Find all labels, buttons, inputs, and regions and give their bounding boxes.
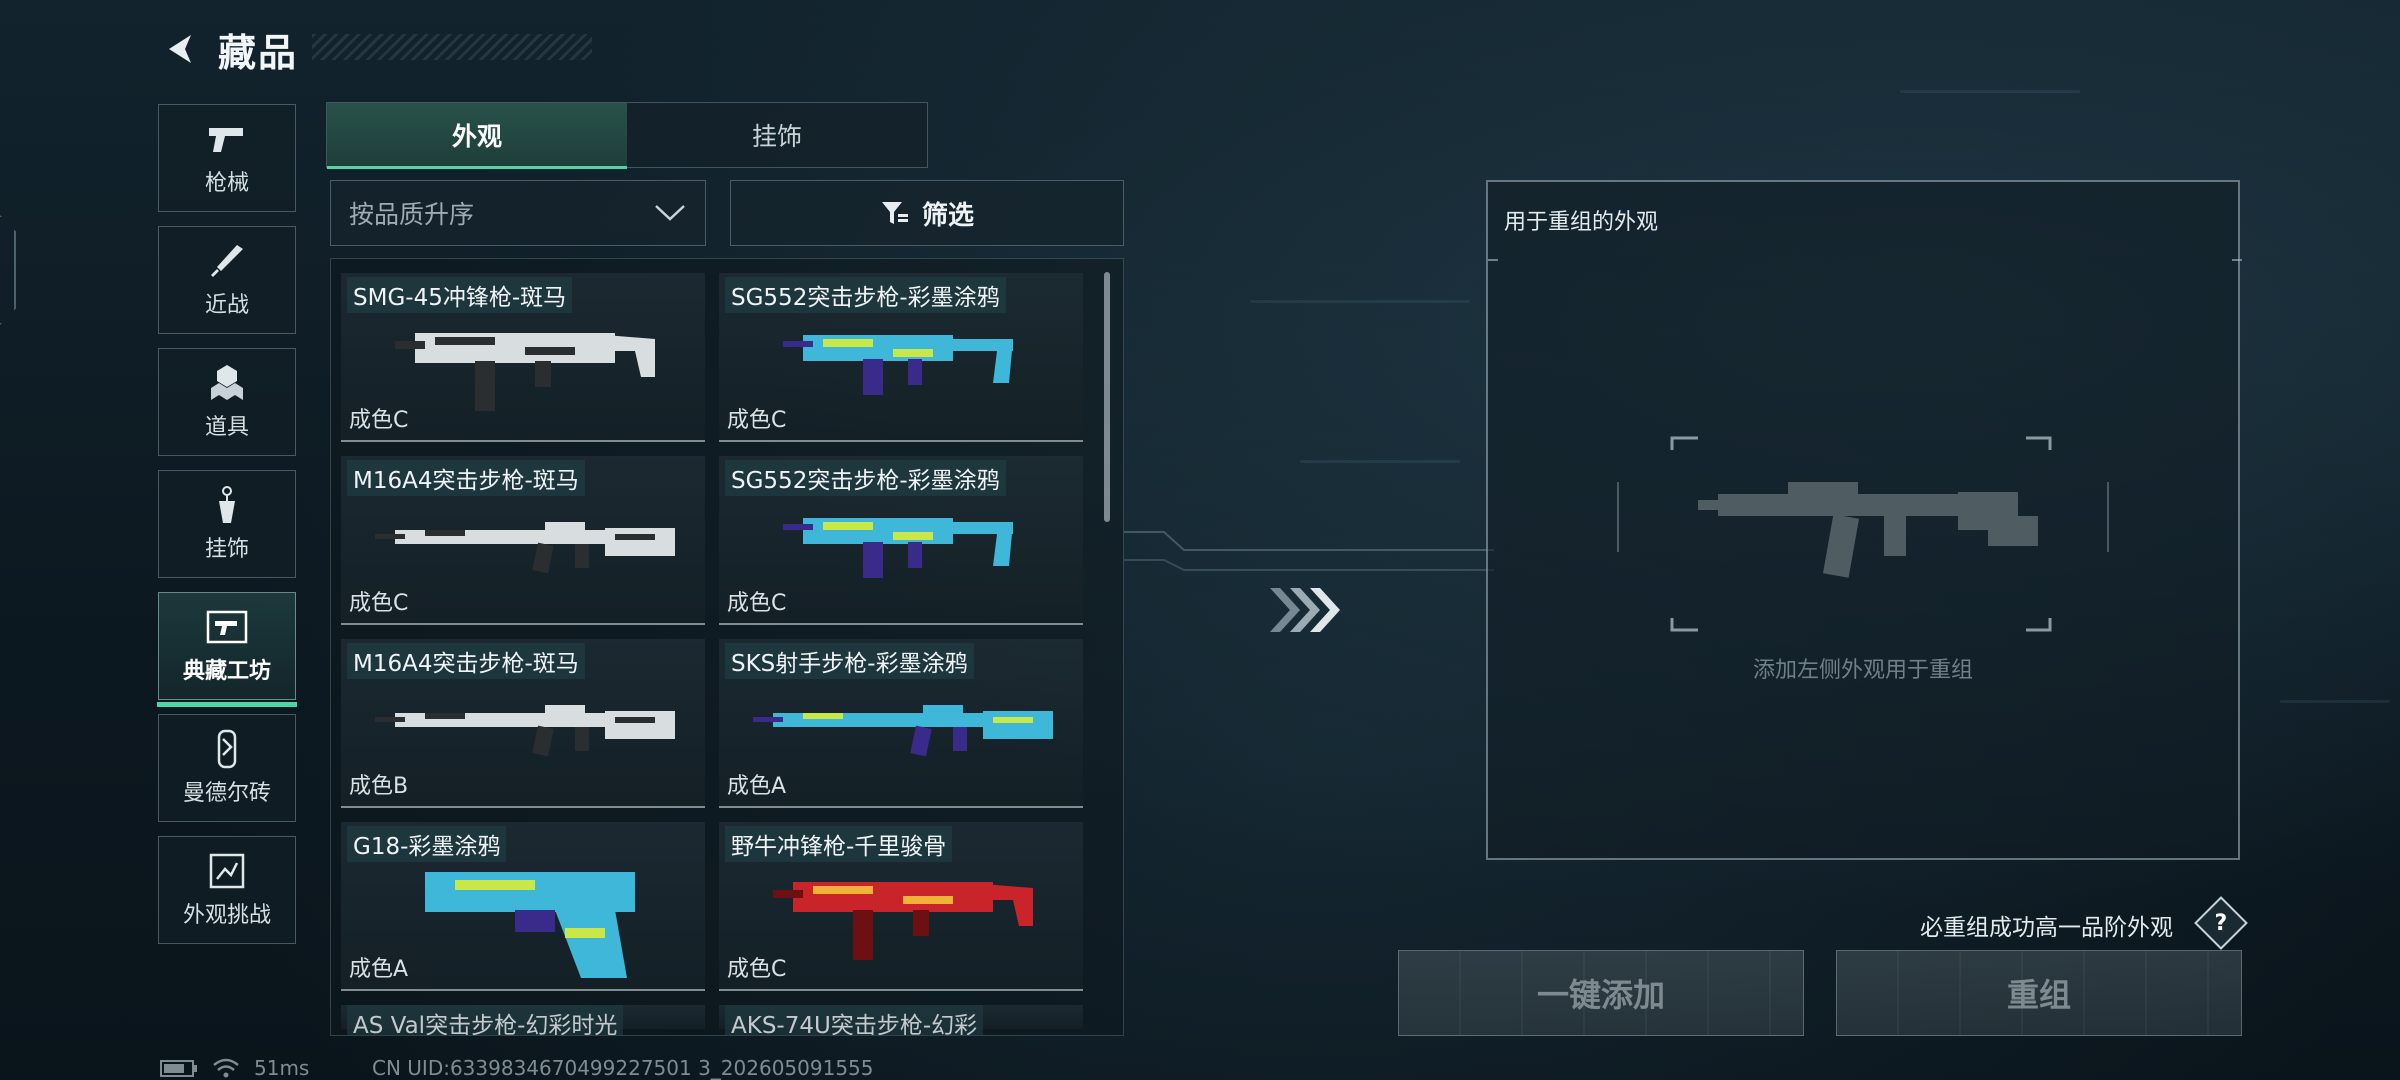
tab-charms[interactable]: 挂饰: [627, 103, 927, 167]
skin-name: SKS射手步枪-彩墨涂鸦: [725, 643, 974, 679]
sidebar-item-label: 近战: [204, 293, 249, 318]
sidebar-item-challenge[interactable]: 外观挑战: [158, 836, 296, 944]
question-icon: ?: [2214, 910, 2228, 936]
skin-card[interactable]: M16A4突击步枪-斑马成色B: [341, 639, 705, 808]
skin-name: M16A4突击步枪-斑马: [347, 460, 585, 496]
skin-grade: 成色C: [727, 591, 787, 616]
skin-name: M16A4突击步枪-斑马: [347, 643, 585, 679]
tab-appearance[interactable]: 外观: [327, 103, 627, 169]
weapon-image: [375, 705, 675, 757]
weapon-image: [783, 518, 1013, 578]
skin-name: 野牛冲锋枪-千里骏骨: [725, 826, 953, 862]
skin-name: AKS-74U突击步枪-幻彩: [725, 1005, 984, 1035]
sidebar-item-brick[interactable]: 曼德尔砖: [158, 714, 296, 822]
sort-label: 按品质升序: [349, 200, 475, 229]
workshop-icon: [205, 607, 249, 647]
title-decoration: [312, 34, 592, 60]
sidebar-item-melee[interactable]: 近战: [158, 226, 296, 334]
skin-name: SG552突击步枪-彩墨涂鸦: [725, 277, 1006, 313]
scrollbar[interactable]: [1104, 272, 1110, 522]
tab-bar: 外观 挂饰: [326, 102, 928, 169]
weapon-image: [425, 872, 635, 978]
skin-grid: SMG-45冲锋枪-斑马 成色C SG552突击步枪-彩墨涂鸦 成色C M16A…: [341, 273, 1083, 1035]
skin-card[interactable]: AS Val突击步枪-幻彩时光: [341, 1005, 705, 1035]
skin-grade: 成色A: [349, 957, 409, 982]
sidebar-item-label: 枪械: [204, 171, 249, 196]
forward-arrows-icon: [1270, 588, 1340, 632]
back-button[interactable]: [158, 26, 204, 72]
sidebar-item-workshop[interactable]: 典藏工坊: [157, 592, 297, 707]
header: 藏品: [158, 22, 298, 76]
sidebar-item-items[interactable]: 道具: [158, 348, 296, 456]
sidebar: 枪械 近战 道具 挂饰 典藏工坊 曼德尔砖 外观挑战: [157, 104, 297, 958]
skin-name: AS Val突击步枪-幻彩时光: [347, 1005, 624, 1035]
back-arrow-icon: [169, 35, 191, 63]
page-title: 藏品: [218, 30, 299, 75]
skin-card[interactable]: SMG-45冲锋枪-斑马成色C: [341, 273, 705, 442]
grenade-icon: [205, 363, 249, 403]
brick-icon: [205, 729, 249, 769]
skin-card[interactable]: SG552突击步枪-彩墨涂鸦成色C: [719, 273, 1083, 442]
sidebar-item-label: 外观挑战: [182, 903, 271, 928]
recombine-label: 重组: [2006, 976, 2071, 1014]
filter-label: 筛选: [921, 200, 974, 231]
recombine-panel[interactable]: 用于重组的外观 添加左侧外观用于重组: [1486, 180, 2242, 860]
sidebar-item-label: 曼德尔砖: [182, 781, 271, 806]
recombine-button[interactable]: 重组: [1836, 950, 2242, 1036]
recombine-slot: [1488, 259, 2242, 632]
battery-icon: [160, 1060, 197, 1077]
ping-text: 51ms: [254, 1056, 310, 1080]
sidebar-item-guns[interactable]: 枪械: [158, 104, 296, 212]
uid-text: CN UID:6339834670499227501 3_20260509155…: [372, 1056, 874, 1080]
recombine-rule: 必重组成功高一品阶外观: [1920, 915, 2173, 941]
skin-grade: 成色C: [349, 591, 409, 616]
challenge-icon: [205, 851, 249, 891]
weapon-image: [753, 705, 1053, 757]
pistol-icon: [205, 119, 249, 159]
add-all-label: 一键添加: [1536, 976, 1665, 1014]
filter-button[interactable]: 筛选: [730, 180, 1124, 246]
skin-grade: 成色C: [727, 408, 787, 433]
skin-card[interactable]: G18-彩墨涂鸦成色A: [341, 822, 705, 991]
sidebar-item-label: 道具: [204, 415, 249, 440]
skin-name: SMG-45冲锋枪-斑马: [347, 277, 573, 313]
weapon-image: [395, 333, 655, 411]
recombine-hint: 添加左侧外观用于重组: [1752, 658, 1973, 683]
add-all-button[interactable]: 一键添加: [1398, 950, 1804, 1036]
sort-dropdown[interactable]: 按品质升序: [330, 180, 706, 246]
sidebar-item-charms[interactable]: 挂饰: [158, 470, 296, 578]
status-bar: 51ms: [160, 1056, 309, 1080]
charm-icon: [205, 485, 249, 525]
skin-card[interactable]: M16A4突击步枪-斑马成色C: [341, 456, 705, 625]
weapon-image: [783, 335, 1013, 395]
chevron-down-icon: [655, 205, 685, 221]
skin-card[interactable]: AKS-74U突击步枪-幻彩: [719, 1005, 1083, 1035]
knife-icon: [205, 241, 249, 281]
skin-grade: 成色A: [727, 774, 787, 799]
skin-name: SG552突击步枪-彩墨涂鸦: [725, 460, 1006, 496]
skin-card[interactable]: 野牛冲锋枪-千里骏骨成色C: [719, 822, 1083, 991]
wifi-icon: [213, 1058, 239, 1078]
skin-card[interactable]: SG552突击步枪-彩墨涂鸦成色C: [719, 456, 1083, 625]
weapon-image: [773, 882, 1033, 960]
edge-marker: [0, 215, 16, 325]
skin-list[interactable]: SMG-45冲锋枪-斑马 成色C SG552突击步枪-彩墨涂鸦 成色C M16A…: [330, 258, 1124, 1036]
skin-grade: 成色B: [349, 774, 409, 799]
skin-card[interactable]: SKS射手步枪-彩墨涂鸦成色A: [719, 639, 1083, 808]
skin-grade: 成色C: [727, 957, 787, 982]
sidebar-item-label: 挂饰: [204, 537, 249, 562]
skin-grade: 成色C: [349, 408, 409, 433]
sidebar-item-label: 典藏工坊: [182, 659, 271, 684]
filter-icon: [881, 202, 908, 224]
skin-name: G18-彩墨涂鸦: [347, 826, 507, 862]
weapon-image: [375, 522, 675, 574]
